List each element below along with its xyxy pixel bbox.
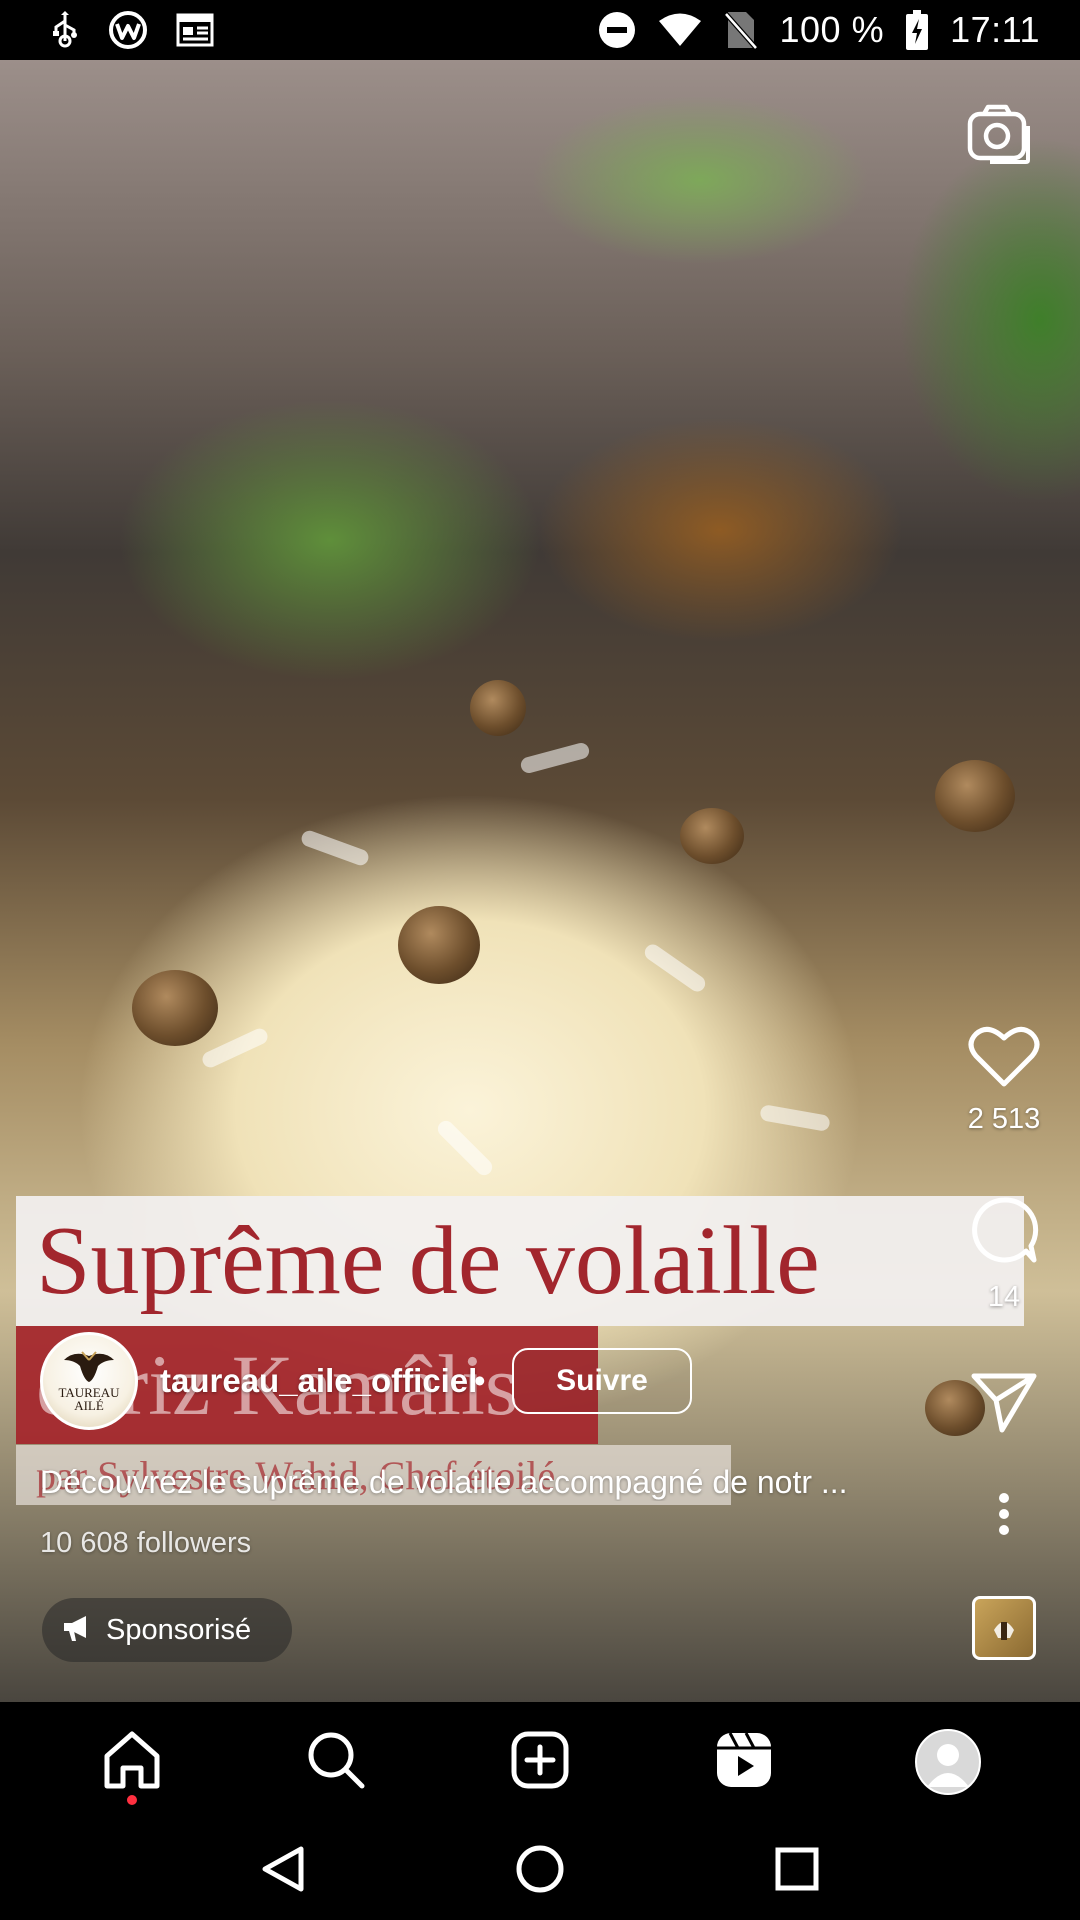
rice-grain <box>434 1117 496 1179</box>
share-action[interactable] <box>960 1372 1048 1439</box>
reels-screen: 100 % 17:11 Suprême de volaille et riz K… <box>0 0 1080 1920</box>
status-bar: 100 % 17:11 <box>0 0 1080 60</box>
nav-create[interactable] <box>485 1707 595 1817</box>
avatar-logo-text: TAUREAU AILÉ <box>58 1385 120 1413</box>
comment-count: 14 <box>987 1281 1021 1313</box>
pepper-grain <box>398 906 480 984</box>
send-icon[interactable] <box>970 1373 1038 1438</box>
rice-grain <box>299 828 371 868</box>
vpn-icon <box>108 10 148 50</box>
bull-logo-icon <box>64 1351 114 1382</box>
notification-dot <box>127 1795 137 1805</box>
back-icon[interactable] <box>261 1845 305 1898</box>
nav-search[interactable] <box>281 1707 391 1817</box>
username[interactable]: taureau_aile_officiel <box>160 1362 477 1400</box>
pepper-grain <box>132 970 218 1046</box>
follow-button[interactable]: Suivre <box>512 1348 692 1414</box>
create-post-icon[interactable] <box>510 1730 570 1795</box>
status-bar-right: 100 % 17:11 <box>598 9 1041 51</box>
nav-reels[interactable] <box>689 1707 799 1817</box>
rice-grain <box>519 741 591 775</box>
reels-icon[interactable] <box>714 1730 774 1795</box>
rice-grain <box>199 1025 271 1071</box>
heart-icon[interactable] <box>968 1026 1040 1092</box>
nav-home[interactable] <box>77 1707 187 1817</box>
wifi-icon <box>658 12 702 48</box>
usb-icon <box>50 11 80 49</box>
home-circle-icon[interactable] <box>515 1844 565 1899</box>
nav-profile[interactable] <box>893 1707 1003 1817</box>
account-avatar[interactable]: TAUREAU AILÉ <box>40 1332 138 1430</box>
clock: 17:11 <box>950 9 1040 50</box>
do-not-disturb-icon <box>598 11 636 49</box>
camera-icon[interactable] <box>966 104 1032 164</box>
news-icon <box>176 13 214 47</box>
home-icon[interactable] <box>101 1730 163 1795</box>
video-title-line-1: Suprême de volaille <box>16 1196 1024 1326</box>
comment-action[interactable]: 14 <box>960 1196 1048 1314</box>
profile-avatar[interactable] <box>915 1729 981 1795</box>
search-icon[interactable] <box>306 1730 366 1795</box>
battery-percent: 100 % <box>779 9 885 50</box>
like-action[interactable]: 2 513 <box>960 1024 1048 1136</box>
sponsored-badge[interactable]: Sponsorisé <box>42 1598 292 1662</box>
pepper-grain <box>680 808 744 864</box>
recents-icon[interactable] <box>775 1847 819 1896</box>
more-options-icon[interactable] <box>960 1492 1048 1541</box>
sponsored-label: Sponsorisé <box>106 1613 252 1646</box>
like-count: 2 513 <box>967 1103 1041 1135</box>
system-navigation-bar <box>0 1822 1080 1920</box>
status-bar-left <box>50 10 214 50</box>
separator-dot: • <box>474 1362 486 1399</box>
bottom-navigation <box>0 1702 1080 1822</box>
rice-grain <box>641 941 709 995</box>
audio-thumbnail[interactable] <box>972 1596 1036 1660</box>
rice-grain <box>759 1104 831 1132</box>
pepper-grain <box>935 760 1015 832</box>
comment-icon[interactable] <box>968 1197 1040 1270</box>
followers-count: 10 608 followers <box>40 1527 252 1559</box>
megaphone-icon <box>62 1614 92 1647</box>
post-caption[interactable]: Découvrez le suprême de volaille accompa… <box>40 1464 950 1501</box>
pepper-grain <box>470 680 526 736</box>
battery-charging-icon <box>906 10 929 50</box>
video-title-text-1: Suprême de volaille <box>36 1207 820 1315</box>
no-sim-icon <box>723 10 758 50</box>
